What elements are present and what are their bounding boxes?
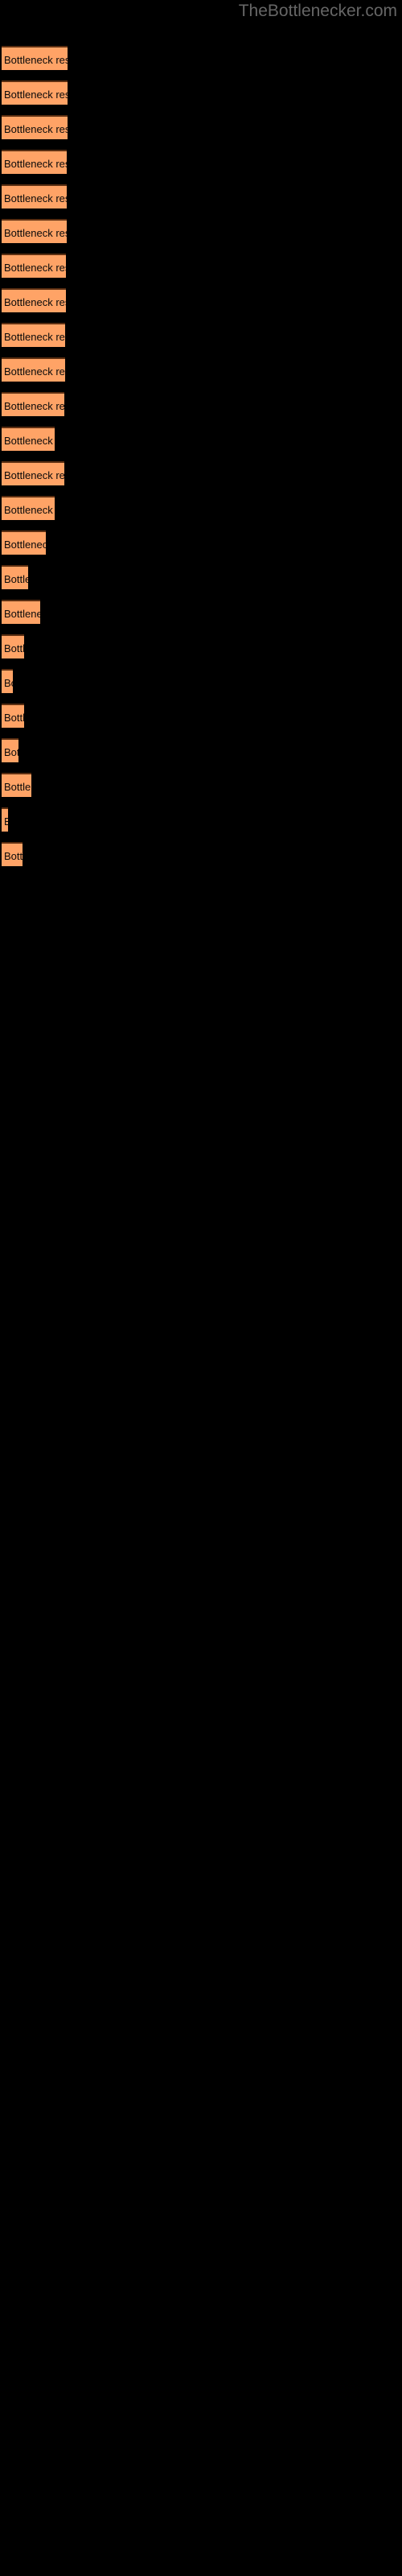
bar-label: Bottleneck result xyxy=(4,504,55,516)
bar-label: Bottleneck result xyxy=(4,54,68,66)
bar-segment[interactable]: Bottleneck result xyxy=(2,254,66,278)
bar-segment[interactable]: Bottleneck result xyxy=(2,565,28,589)
bar-segment[interactable]: Bottleneck result xyxy=(2,115,68,139)
bar-label: Bottleneck result xyxy=(4,227,67,239)
bar-segment[interactable]: Bottleneck result xyxy=(2,773,31,797)
bar-segment[interactable]: Bottleneck result xyxy=(2,461,64,485)
bar-segment[interactable]: Bottleneck result xyxy=(2,150,67,174)
bar-segment[interactable]: Bottleneck result xyxy=(2,807,8,832)
bar-segment[interactable]: Bottleneck result xyxy=(2,323,65,347)
bar-label: Bottleneck result xyxy=(4,158,67,170)
bar-label: Bottleneck result xyxy=(4,435,55,447)
bar-label: Bottleneck result xyxy=(4,365,65,378)
bar-segment[interactable]: Bottleneck result xyxy=(2,357,65,382)
bar-segment[interactable]: Bottleneck result xyxy=(2,669,13,693)
bar-segment[interactable]: Bottleneck result xyxy=(2,219,67,243)
bar-label: Bottleneck result xyxy=(4,331,65,343)
bars-area: Bottleneck result Bottleneck result Bottle… xyxy=(0,0,402,2576)
bar-label: Bottleneck result xyxy=(4,123,68,135)
bottleneck-bar-chart: TheBottlenecker.com Bottleneck resultBot… xyxy=(0,0,402,2576)
bar-segment[interactable]: Bottleneck result xyxy=(2,530,46,555)
bar-segment[interactable]: Bottleneck result xyxy=(2,496,55,520)
bar-label: Bottleneck result xyxy=(4,813,8,831)
bar-label: Bottleneck result xyxy=(4,781,31,793)
bar-label: Bottleneck result xyxy=(4,677,13,689)
bar-label: Bottleneck result xyxy=(4,539,46,551)
bar-label: Bottleneck result xyxy=(4,642,24,654)
bar-segment[interactable]: Bottleneck result xyxy=(2,392,64,416)
bar-label: Bottleneck result xyxy=(4,469,64,481)
bar-segment[interactable]: Bottleneck result xyxy=(2,427,55,451)
bar-segment[interactable]: Bottleneck result xyxy=(2,184,67,208)
bar-label: Bottleneck result xyxy=(4,192,67,204)
bar-segment[interactable]: Bottleneck result xyxy=(2,288,66,312)
bar-label: Bottleneck result xyxy=(4,573,28,585)
bar-label: Bottleneck result xyxy=(4,400,64,412)
bar-segment[interactable]: Bottleneck result xyxy=(2,704,24,728)
bar-segment[interactable]: Bottleneck result xyxy=(2,46,68,70)
bar-segment[interactable]: Bottleneck result xyxy=(2,738,18,762)
bar-label: Bottleneck result xyxy=(4,89,68,101)
bar-label: Bottleneck result xyxy=(4,296,66,308)
bar-segment[interactable]: Bottleneck result xyxy=(2,842,23,866)
bar-segment[interactable]: Bottleneck result xyxy=(2,80,68,105)
bar-label: Bottleneck result xyxy=(4,262,66,274)
bar-label: Bottleneck result xyxy=(4,850,23,862)
bar-segment[interactable]: Bottleneck result xyxy=(2,600,40,624)
bar-label: Bottleneck result xyxy=(4,746,18,758)
bar-label: Bottleneck result xyxy=(4,712,24,724)
bar-label: Bottleneck result xyxy=(4,608,40,620)
bar-segment[interactable]: Bottleneck result xyxy=(2,634,24,658)
